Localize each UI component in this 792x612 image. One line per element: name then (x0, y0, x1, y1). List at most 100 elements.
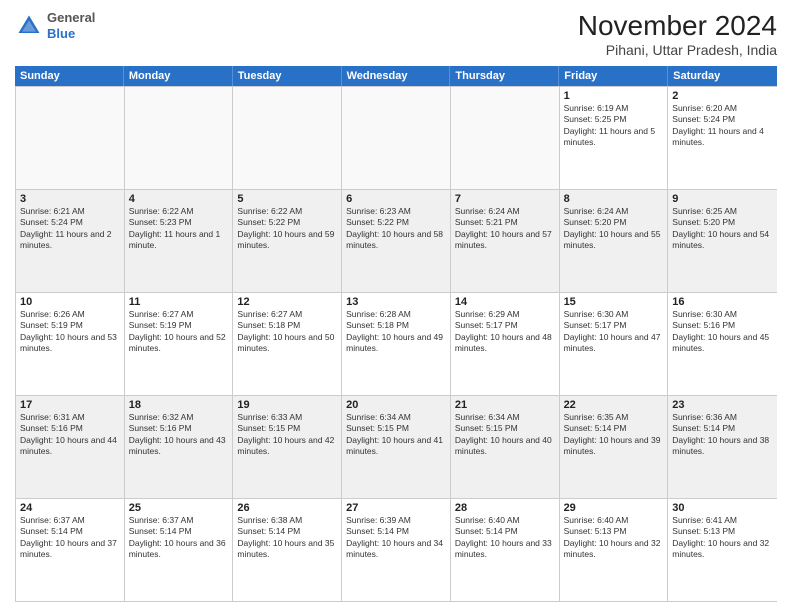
day-number: 21 (455, 399, 555, 411)
sunrise-text: Sunrise: 6:30 AM (672, 309, 773, 320)
sunrise-text: Sunrise: 6:30 AM (564, 309, 664, 320)
day-number: 29 (564, 502, 664, 514)
header-sunday: Sunday (15, 66, 124, 86)
daylight-text: Daylight: 10 hours and 43 minutes. (129, 435, 229, 458)
calendar-cell-w3-d4: 21Sunrise: 6:34 AMSunset: 5:15 PMDayligh… (451, 396, 560, 498)
calendar-row-3: 17Sunrise: 6:31 AMSunset: 5:16 PMDayligh… (16, 395, 777, 498)
daylight-text: Daylight: 10 hours and 44 minutes. (20, 435, 120, 458)
logo-general: General (47, 10, 95, 25)
sunrise-text: Sunrise: 6:32 AM (129, 412, 229, 423)
day-number: 24 (20, 502, 120, 514)
calendar-cell-w1-d2: 5Sunrise: 6:22 AMSunset: 5:22 PMDaylight… (233, 190, 342, 292)
daylight-text: Daylight: 10 hours and 34 minutes. (346, 538, 446, 561)
day-number: 18 (129, 399, 229, 411)
sunrise-text: Sunrise: 6:23 AM (346, 206, 446, 217)
sunrise-text: Sunrise: 6:34 AM (455, 412, 555, 423)
calendar-cell-w1-d1: 4Sunrise: 6:22 AMSunset: 5:23 PMDaylight… (125, 190, 234, 292)
sunset-text: Sunset: 5:15 PM (346, 423, 446, 434)
daylight-text: Daylight: 10 hours and 33 minutes. (455, 538, 555, 561)
day-number: 9 (672, 193, 773, 205)
calendar-cell-w2-d0: 10Sunrise: 6:26 AMSunset: 5:19 PMDayligh… (16, 293, 125, 395)
day-number: 10 (20, 296, 120, 308)
calendar-row-4: 24Sunrise: 6:37 AMSunset: 5:14 PMDayligh… (16, 498, 777, 601)
header-wednesday: Wednesday (342, 66, 451, 86)
header: General Blue November 2024 Pihani, Uttar… (15, 10, 777, 58)
calendar-cell-w4-d5: 29Sunrise: 6:40 AMSunset: 5:13 PMDayligh… (560, 499, 669, 601)
calendar-row-1: 3Sunrise: 6:21 AMSunset: 5:24 PMDaylight… (16, 189, 777, 292)
daylight-text: Daylight: 10 hours and 52 minutes. (129, 332, 229, 355)
sunset-text: Sunset: 5:17 PM (455, 320, 555, 331)
day-number: 23 (672, 399, 773, 411)
day-number: 14 (455, 296, 555, 308)
sunrise-text: Sunrise: 6:19 AM (564, 103, 664, 114)
sunrise-text: Sunrise: 6:40 AM (564, 515, 664, 526)
day-number: 26 (237, 502, 337, 514)
page-title: November 2024 (578, 10, 777, 42)
daylight-text: Daylight: 10 hours and 53 minutes. (20, 332, 120, 355)
day-number: 16 (672, 296, 773, 308)
sunset-text: Sunset: 5:16 PM (20, 423, 120, 434)
day-number: 11 (129, 296, 229, 308)
day-number: 4 (129, 193, 229, 205)
daylight-text: Daylight: 10 hours and 45 minutes. (672, 332, 773, 355)
daylight-text: Daylight: 10 hours and 36 minutes. (129, 538, 229, 561)
sunset-text: Sunset: 5:15 PM (237, 423, 337, 434)
day-number: 30 (672, 502, 773, 514)
header-monday: Monday (124, 66, 233, 86)
sunset-text: Sunset: 5:14 PM (20, 526, 120, 537)
sunset-text: Sunset: 5:21 PM (455, 217, 555, 228)
day-number: 19 (237, 399, 337, 411)
calendar-cell-w2-d1: 11Sunrise: 6:27 AMSunset: 5:19 PMDayligh… (125, 293, 234, 395)
sunset-text: Sunset: 5:14 PM (672, 423, 773, 434)
calendar-cell-w1-d3: 6Sunrise: 6:23 AMSunset: 5:22 PMDaylight… (342, 190, 451, 292)
daylight-text: Daylight: 11 hours and 4 minutes. (672, 126, 773, 149)
calendar-cell-w0-d4 (451, 87, 560, 189)
daylight-text: Daylight: 10 hours and 54 minutes. (672, 229, 773, 252)
day-number: 6 (346, 193, 446, 205)
sunrise-text: Sunrise: 6:37 AM (20, 515, 120, 526)
sunrise-text: Sunrise: 6:35 AM (564, 412, 664, 423)
daylight-text: Daylight: 11 hours and 1 minute. (129, 229, 229, 252)
header-tuesday: Tuesday (233, 66, 342, 86)
calendar-header: Sunday Monday Tuesday Wednesday Thursday… (15, 66, 777, 86)
calendar-cell-w4-d4: 28Sunrise: 6:40 AMSunset: 5:14 PMDayligh… (451, 499, 560, 601)
sunset-text: Sunset: 5:19 PM (129, 320, 229, 331)
calendar-cell-w3-d1: 18Sunrise: 6:32 AMSunset: 5:16 PMDayligh… (125, 396, 234, 498)
day-number: 8 (564, 193, 664, 205)
sunrise-text: Sunrise: 6:24 AM (455, 206, 555, 217)
daylight-text: Daylight: 10 hours and 32 minutes. (564, 538, 664, 561)
daylight-text: Daylight: 11 hours and 5 minutes. (564, 126, 664, 149)
sunset-text: Sunset: 5:14 PM (237, 526, 337, 537)
sunrise-text: Sunrise: 6:39 AM (346, 515, 446, 526)
calendar-cell-w0-d6: 2Sunrise: 6:20 AMSunset: 5:24 PMDaylight… (668, 87, 777, 189)
sunrise-text: Sunrise: 6:25 AM (672, 206, 773, 217)
day-number: 25 (129, 502, 229, 514)
calendar-cell-w4-d1: 25Sunrise: 6:37 AMSunset: 5:14 PMDayligh… (125, 499, 234, 601)
sunrise-text: Sunrise: 6:37 AM (129, 515, 229, 526)
sunrise-text: Sunrise: 6:41 AM (672, 515, 773, 526)
calendar-cell-w2-d4: 14Sunrise: 6:29 AMSunset: 5:17 PMDayligh… (451, 293, 560, 395)
sunrise-text: Sunrise: 6:22 AM (129, 206, 229, 217)
daylight-text: Daylight: 10 hours and 58 minutes. (346, 229, 446, 252)
sunset-text: Sunset: 5:14 PM (346, 526, 446, 537)
calendar-cell-w0-d2 (233, 87, 342, 189)
day-number: 15 (564, 296, 664, 308)
day-number: 13 (346, 296, 446, 308)
calendar-cell-w0-d0 (16, 87, 125, 189)
calendar-cell-w1-d6: 9Sunrise: 6:25 AMSunset: 5:20 PMDaylight… (668, 190, 777, 292)
sunrise-text: Sunrise: 6:24 AM (564, 206, 664, 217)
daylight-text: Daylight: 10 hours and 35 minutes. (237, 538, 337, 561)
daylight-text: Daylight: 10 hours and 48 minutes. (455, 332, 555, 355)
calendar-cell-w2-d5: 15Sunrise: 6:30 AMSunset: 5:17 PMDayligh… (560, 293, 669, 395)
day-number: 28 (455, 502, 555, 514)
daylight-text: Daylight: 10 hours and 38 minutes. (672, 435, 773, 458)
sunrise-text: Sunrise: 6:22 AM (237, 206, 337, 217)
calendar-body: 1Sunrise: 6:19 AMSunset: 5:25 PMDaylight… (15, 86, 777, 602)
sunrise-text: Sunrise: 6:27 AM (237, 309, 337, 320)
calendar-cell-w1-d0: 3Sunrise: 6:21 AMSunset: 5:24 PMDaylight… (16, 190, 125, 292)
sunset-text: Sunset: 5:24 PM (20, 217, 120, 228)
header-saturday: Saturday (668, 66, 777, 86)
daylight-text: Daylight: 10 hours and 32 minutes. (672, 538, 773, 561)
daylight-text: Daylight: 11 hours and 2 minutes. (20, 229, 120, 252)
calendar-cell-w4-d2: 26Sunrise: 6:38 AMSunset: 5:14 PMDayligh… (233, 499, 342, 601)
